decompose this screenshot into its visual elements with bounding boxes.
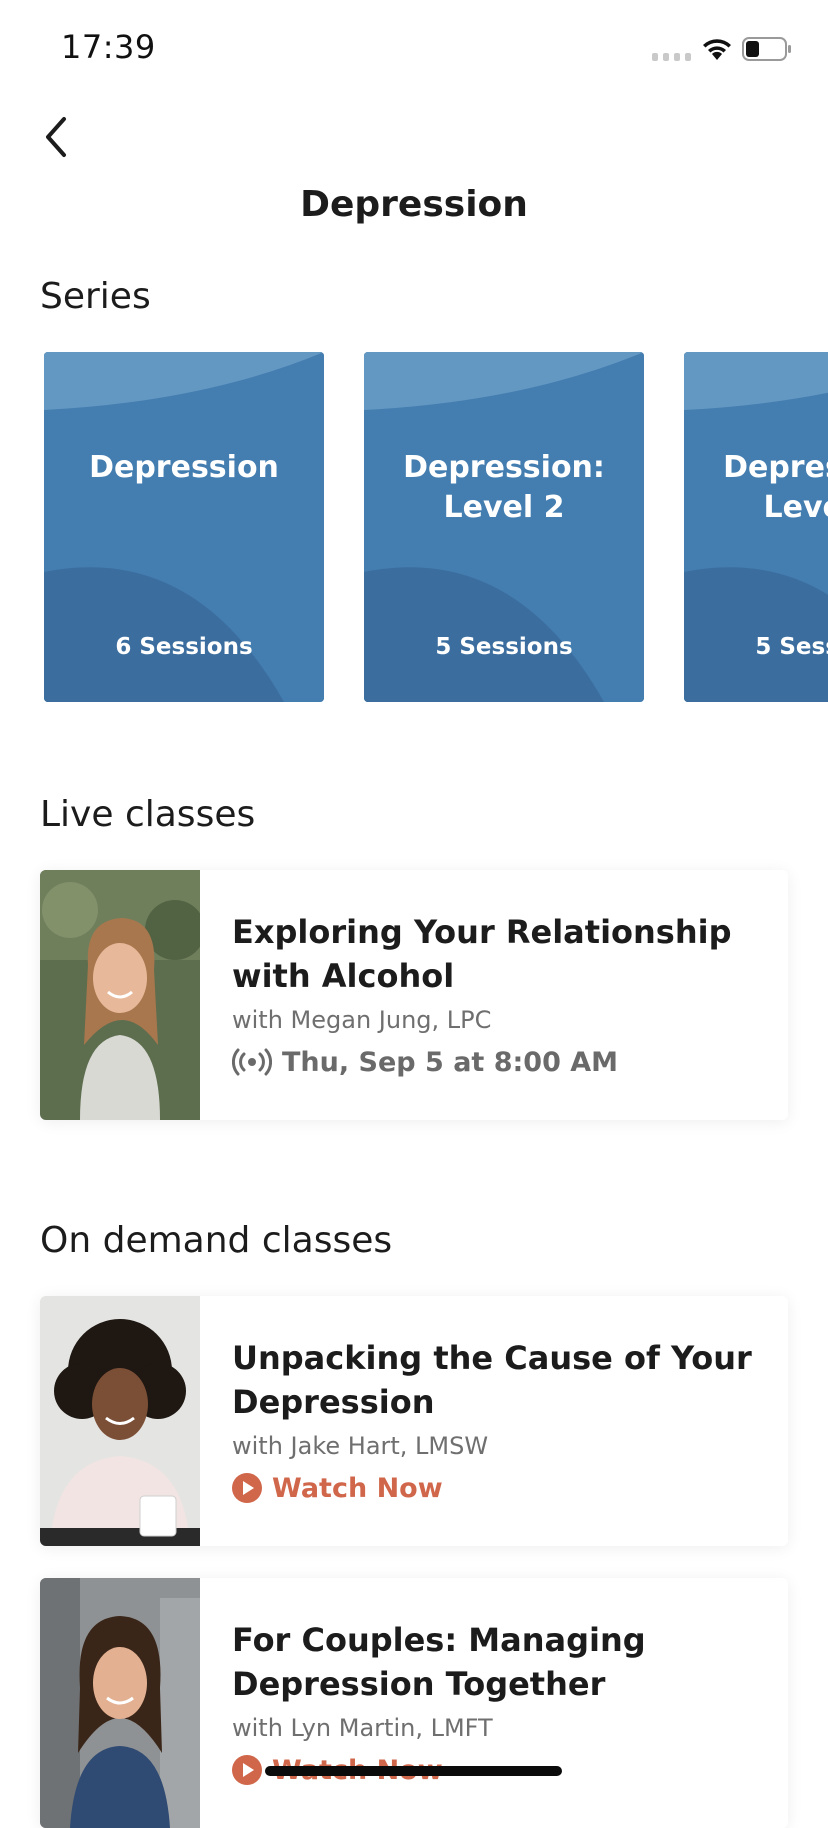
class-title: Unpacking the Cause of Your Depression [232,1339,752,1421]
class-title: For Couples: Managing Depression Togethe… [232,1621,646,1703]
play-icon [232,1754,262,1786]
series-card[interactable]: Depression 6 Sessions [44,352,324,702]
live-broadcast-icon [232,1046,272,1078]
instructor-photo [40,1578,200,1828]
page-title: Depression [300,184,528,225]
instructor-photo [40,1296,200,1546]
series-card-title: Depression: Level 2 [403,450,605,525]
on-demand-class-card[interactable]: Unpacking the Cause of Your Depression w… [40,1296,788,1546]
home-indicator[interactable] [265,1766,562,1776]
cellular-signal-icon [652,53,691,61]
wifi-icon [703,39,731,60]
series-card-title: Depression: Level 3 [723,450,828,525]
series-card-sessions: 6 Sessions [115,634,253,660]
on-demand-classes-heading: On demand classes [40,1220,393,1261]
series-heading: Series [40,276,151,317]
series-card-title: Depression [89,450,279,485]
on-demand-class-card[interactable]: For Couples: Managing Depression Togethe… [40,1578,788,1828]
class-schedule: Thu, Sep 5 at 8:00 AM [232,1046,752,1078]
status-time: 17:39 [61,28,156,66]
play-icon [232,1472,262,1504]
live-class-card[interactable]: Exploring Your Relationship with Alcohol… [40,870,788,1120]
class-host: with Lyn Martin, LMFT [232,1714,493,1742]
class-info: For Couples: Managing Depression Togethe… [232,1618,752,1786]
series-card-sessions: 5 Sessions [755,634,828,660]
battery-icon [742,37,791,61]
series-card[interactable]: Depression: Level 2 5 Sessions [364,352,644,702]
series-carousel[interactable]: Depression 6 Sessions Depression: Level … [44,352,828,702]
class-info: Unpacking the Cause of Your Depression w… [232,1336,752,1504]
series-card[interactable]: Depression: Level 3 5 Sessions [684,352,828,702]
class-host: with Megan Jung, LPC [232,1006,492,1034]
live-classes-heading: Live classes [40,794,256,835]
watch-now-button[interactable]: Watch Now [232,1472,752,1504]
schedule-text: Thu, Sep 5 at 8:00 AM [282,1046,619,1078]
series-card-sessions: 5 Sessions [435,634,573,660]
class-title: Exploring Your Relationship with Alcohol [232,913,732,995]
watch-now-label: Watch Now [272,1472,443,1504]
class-host: with Jake Hart, LMSW [232,1432,489,1460]
chevron-left-icon [46,117,66,157]
status-bar: 17:39 [0,0,828,100]
instructor-photo [40,870,200,1120]
back-button[interactable] [36,112,76,162]
class-info: Exploring Your Relationship with Alcohol… [232,910,752,1078]
